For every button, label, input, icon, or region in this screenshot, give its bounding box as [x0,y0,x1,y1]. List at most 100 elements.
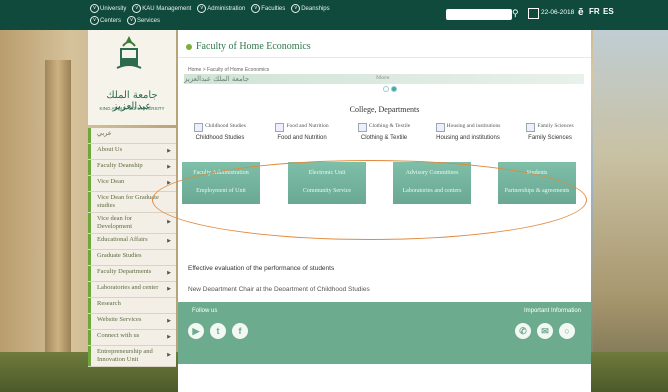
lang-fr-link[interactable]: FR [589,7,600,16]
sidebar-item-about-us[interactable]: About Us ▶ [88,144,176,160]
important-info-label: Important Information [523,308,581,314]
youtube-icon[interactable]: ▶ [188,323,204,339]
background-right [593,0,668,392]
location-icon[interactable]: ○ [559,323,575,339]
chevron-down-icon: v [132,3,142,13]
slider-caption: جامعة الملك عبدالعزيز [184,75,250,83]
university-name-english: KING ABDULAZIZ UNIVERSITY [99,106,165,111]
lang-es-link[interactable]: ES [603,7,614,16]
caret-right-icon: ▶ [167,334,171,340]
more-link[interactable]: More [376,75,389,81]
university-seal-icon [116,36,142,69]
caret-right-icon: ▶ [167,286,171,292]
pager-dot[interactable] [383,86,389,92]
sidebar-item-faculty-departments[interactable]: Faculty Departments ▶ [88,266,176,282]
pager-dot-active[interactable] [391,86,397,92]
top-link-services[interactable]: v Services [126,15,160,27]
department-childhood-studies[interactable]: Childhood Studies Childhood Studies [182,123,258,141]
sidebar-item-faculty-deanship[interactable]: Faculty Deanship ▶ [88,160,176,176]
top-link-centers[interactable]: v Centers [90,15,121,27]
sidebar-item-label: Website Services [97,316,142,323]
top-bar: v University v KAU Management v Administrat… [0,0,668,30]
breadcrumb[interactable]: Home > Faculty of Home Economics [188,67,269,73]
caret-right-icon: ▶ [167,164,171,170]
search-input[interactable] [446,9,512,20]
chevron-down-icon: v [126,15,136,25]
phone-icon[interactable]: ✆ [515,323,531,339]
top-link-faculties[interactable]: v Faculties [251,3,285,15]
chevron-down-icon: v [90,15,99,25]
highlight-ellipse [152,160,587,240]
image-icon [526,123,536,132]
caret-right-icon: ▶ [167,220,171,225]
search-icon[interactable]: ⚲ [512,8,519,19]
department-food-nutrition[interactable]: Food and Nutrition Food and Nutrition [264,123,340,141]
top-link-administration[interactable]: v Administration [197,3,245,15]
department-clothing-textile[interactable]: Clothing & Textile Clothing & Textile [346,123,422,141]
bullet-icon [186,44,192,50]
top-link-kau-management[interactable]: v KAU Management [132,3,191,15]
twitter-icon[interactable]: t [210,323,226,339]
main-content: Faculty of Home Economics Home > Faculty… [152,30,591,392]
university-logo-area[interactable]: جامعة الملك عبدالعزيز KING ABDULAZIZ UNI… [88,30,176,125]
caret-right-icon: ▶ [167,238,171,244]
sidebar-item-connect[interactable]: Connect with us ▶ [88,330,176,346]
section-title: College, Departments [349,105,420,114]
sidebar-item-label: Faculty Departments [97,268,152,275]
news-item[interactable]: New Department Chair at the Department o… [188,286,370,291]
top-link-deanships[interactable]: v Deanships [291,3,330,15]
news-item[interactable]: Effective evaluation of the performance … [188,265,334,272]
sidebar-item-research[interactable]: Research [88,298,176,314]
sidebar-item-label: Connect with us [97,332,140,339]
sidebar-item-label: Vice Dean [97,178,125,185]
department-housing[interactable]: Housing and institutions Housing and ins… [430,123,506,141]
sidebar-item-label: Educational Affairs [97,236,148,243]
footer: Follow us Important Information ▶ t f ✆ … [178,302,591,364]
sidebar-item-label: Vice Dean for Graduate studies [97,194,159,209]
sidebar-item-label: Graduate Studies [97,252,142,259]
department-title: Family Sciences [537,123,574,129]
news-slider[interactable]: جامعة الملك عبدالعزيز More [184,74,584,84]
department-family-sciences[interactable]: Family Sciences Family Sciences [512,123,588,141]
background-minaret [45,60,71,380]
sidebar-item-arabic[interactable]: عربي [88,128,176,144]
sidebar-item-laboratories[interactable]: Laboratories and center ▶ [88,282,176,298]
sidebar-item-website-services[interactable]: Website Services ▶ [88,314,176,330]
caret-right-icon: ▶ [167,270,171,276]
department-title: Housing and institutions [446,123,501,129]
department-subtitle: Clothing & Textile [360,135,408,141]
sidebar-menu: عربي About Us ▶ Faculty Deanship ▶ Vice De… [88,128,176,367]
sidebar-item-label: Vice dean for Development [97,215,133,230]
image-icon [435,123,445,132]
department-title: Food and Nutrition [286,123,329,129]
image-icon [275,123,285,132]
department-subtitle: Childhood Studies [195,135,245,141]
slider-pager [383,86,399,94]
department-subtitle: Family Sciences [528,135,572,141]
top-link-university[interactable]: v University [90,3,126,15]
sidebar-item-label: Faculty Deanship [97,162,143,169]
current-date: 22-06-2018 [541,9,575,16]
mail-icon[interactable]: ✉ [537,323,553,339]
chevron-down-icon: v [291,3,301,13]
sidebar-item-label: Entrepreneurship and Innovation Unit [97,348,153,363]
department-title: Childhood Studies [205,123,246,129]
sidebar-item-educational-affairs[interactable]: Educational Affairs ▶ [88,234,176,250]
chevron-down-icon: v [197,3,207,13]
image-icon [194,123,204,132]
department-subtitle: Food and Nutrition [277,135,327,141]
sidebar-item-label: About Us [97,146,123,153]
sidebar-item-entrepreneurship[interactable]: Entrepreneurship and Innovation Unit ▶ [88,346,176,367]
page-header: Faculty of Home Economics [178,35,591,58]
sidebar-item-vice-dean-development[interactable]: Vice dean for Development ▶ [88,213,176,234]
facebook-icon[interactable]: f [232,323,248,339]
sidebar-item-graduate-studies[interactable]: Graduate Studies [88,250,176,266]
page-title: Faculty of Home Economics [196,41,311,52]
caret-right-icon: ▶ [167,353,171,358]
follow-us-label: Follow us [192,308,218,314]
top-nav: v University v KAU Management v Administrat… [90,3,350,27]
department-title: Clothing & Textile [368,123,411,129]
calendar-icon [528,8,539,19]
sidebar-item-label: عربي [97,130,112,137]
language-icon[interactable]: ē [578,7,584,18]
